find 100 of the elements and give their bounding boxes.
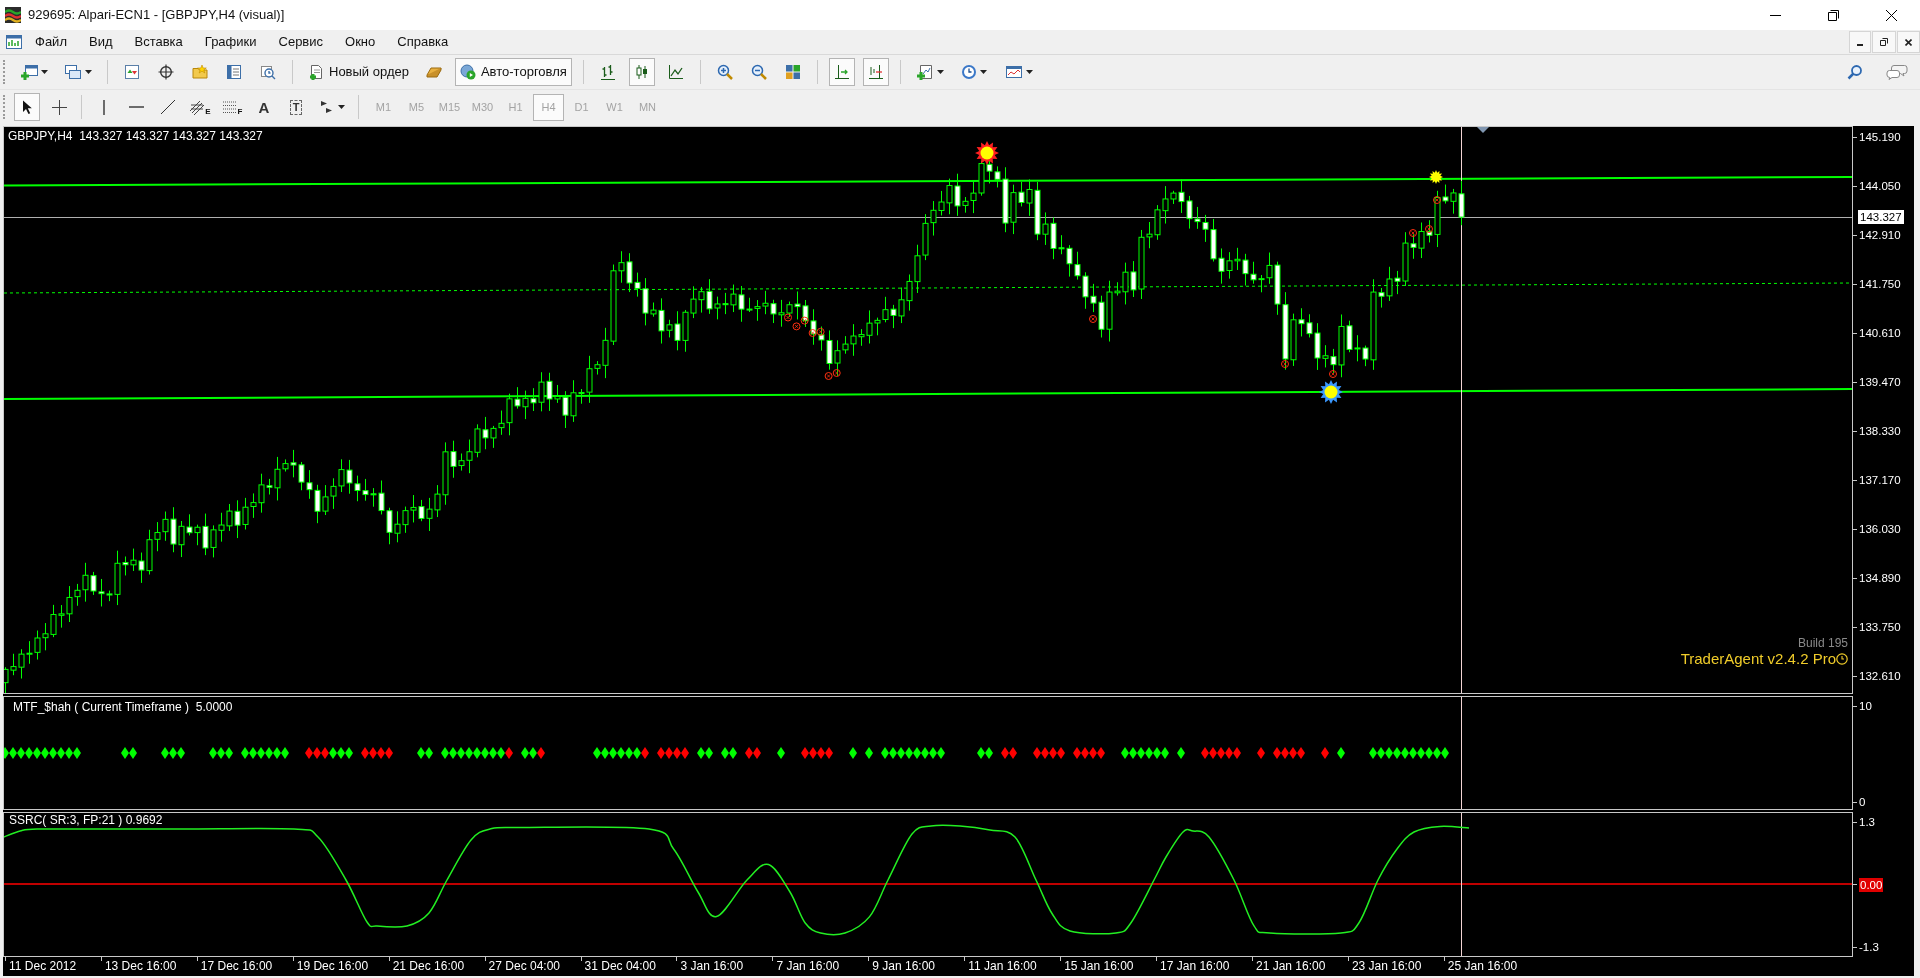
restore-icon (1827, 9, 1839, 21)
price-label: 133.750 (1859, 620, 1901, 634)
autoscroll-button[interactable] (862, 58, 889, 86)
expert-name-label: TraderAgent v2.4.2 Pro (1680, 650, 1836, 668)
price-label: 141.750 (1859, 277, 1901, 291)
channel-tool-button[interactable]: E (187, 93, 213, 121)
circle-marker-icon (1089, 315, 1097, 323)
menu-item[interactable]: Графики (204, 33, 257, 51)
time-label: 13 Dec 16:00 (104, 958, 177, 975)
close-icon (1885, 9, 1897, 21)
window-list-icon (226, 64, 242, 80)
vertical-line-icon (103, 99, 105, 115)
play-badge-icon (459, 64, 476, 80)
candlestick-chart-button[interactable] (628, 58, 655, 86)
time-label: 9 Jan 16:00 (872, 958, 935, 975)
minimize-icon (1769, 14, 1781, 16)
axis-arrow-icon (833, 64, 850, 80)
price-label: 138.330 (1859, 424, 1901, 438)
time-label: 23 Jan 16:00 (1351, 958, 1422, 975)
time-label: 25 Jan 16:00 (1447, 958, 1518, 975)
time-label: 19 Dec 16:00 (296, 958, 369, 975)
chart-plus-icon (915, 64, 934, 80)
grid-tiles-icon (784, 64, 801, 80)
caret-icon (1025, 70, 1033, 74)
new-order-button[interactable]: Новый ордер (304, 58, 413, 86)
circle-marker-icon (1425, 225, 1433, 233)
price-label: 137.170 (1859, 473, 1901, 487)
window-plus-icon (20, 64, 38, 80)
toolbar-grip[interactable] (3, 60, 6, 84)
axis-label: 0 (1859, 795, 1866, 809)
menu-item[interactable]: Вставка (134, 33, 183, 51)
circle-marker-icon (1281, 360, 1289, 368)
close-icon (1905, 38, 1912, 46)
menu-item[interactable]: Сервис (278, 33, 324, 51)
chart-shift-button[interactable] (828, 58, 855, 86)
build-label: Build 195 (1797, 636, 1848, 650)
menu-item[interactable]: Справка (397, 33, 449, 51)
toolbar-grip[interactable] (3, 95, 6, 119)
clock-icon (1836, 653, 1848, 665)
price-label: 132.610 (1859, 669, 1901, 683)
price-label: 136.030 (1859, 522, 1901, 536)
price-label: 139.470 (1859, 375, 1901, 389)
app-logo-icon (5, 7, 21, 23)
menu-item[interactable]: Вид (88, 33, 113, 51)
indicator-title: MTF_$hah ( Current Timeframe ) 5.0000 (13, 700, 233, 714)
circle-marker-icon (800, 316, 809, 325)
time-label: 27 Dec 04:00 (488, 958, 560, 975)
child-close-button[interactable] (1897, 31, 1920, 53)
zoom-out-icon (750, 64, 767, 80)
axis-bars-icon (867, 64, 884, 80)
circle-marker-icon (1409, 229, 1417, 237)
window-magnifier-icon (260, 64, 276, 80)
chat-bubbles-icon (1886, 64, 1908, 80)
stacked-windows-icon (64, 64, 82, 80)
price-label: 134.890 (1859, 571, 1901, 585)
circle-marker-icon (816, 327, 825, 336)
caret-icon (41, 70, 48, 74)
starburst-marker-icon (975, 141, 999, 165)
child-restore-button[interactable] (1872, 31, 1896, 53)
text-tool-button[interactable]: A (251, 93, 277, 121)
price-label: 144.050 (1859, 179, 1901, 193)
menu-item[interactable]: Файл (35, 33, 67, 51)
price-label: 140.610 (1859, 326, 1901, 340)
fibonacci-tool-button[interactable]: F (219, 93, 245, 121)
window-chart-icon (1004, 64, 1023, 80)
window-arrows-icon (124, 64, 140, 80)
arrows-icon (319, 99, 335, 115)
caret-icon (85, 70, 92, 74)
time-label: 11 Dec 2012 (9, 958, 77, 975)
minimize-icon (1857, 44, 1863, 46)
candlestick-icon (633, 64, 650, 80)
time-label: 21 Jan 16:00 (1256, 958, 1326, 975)
search-icon (1847, 64, 1863, 80)
trend-line-icon (160, 99, 176, 115)
window-title: 929695: Alpari-ECN1 - [GBPJPY,H4 (visual)] (28, 6, 285, 25)
menu-item[interactable]: Окно (345, 33, 376, 51)
folder-star-icon (192, 64, 208, 80)
cursor-tool-button[interactable] (14, 93, 40, 121)
circle-marker-icon (1329, 370, 1337, 378)
caret-icon (979, 70, 987, 74)
text-label-tool-button[interactable]: T (283, 93, 309, 121)
ingot-icon (425, 64, 442, 80)
caret-icon (338, 105, 345, 109)
dotted-levels-icon (221, 99, 238, 115)
caret-icon (936, 70, 944, 74)
current-price-label: 143.327 (1858, 210, 1904, 224)
starburst-marker-icon (1429, 170, 1443, 184)
horizontal-line-icon (128, 106, 144, 108)
crosshair-icon (51, 99, 67, 115)
hatched-channel-icon (189, 99, 206, 115)
time-label: 11 Jan 16:00 (968, 958, 1037, 975)
child-minimize-button[interactable] (1849, 31, 1871, 53)
time-label: 21 Dec 16:00 (392, 958, 465, 975)
zoom-in-icon (716, 64, 733, 80)
time-label: 15 Jan 16:00 (1064, 958, 1134, 975)
time-label: 3 Jan 16:00 (680, 958, 744, 975)
auto-trading-button[interactable]: Авто-торговля (454, 58, 572, 86)
chart-symbol-label: GBPJPY,H4 143.327 143.327 143.327 143.327 (8, 129, 263, 143)
time-label: 7 Jan 16:00 (776, 958, 840, 975)
axis-label: 10 (1859, 699, 1872, 713)
